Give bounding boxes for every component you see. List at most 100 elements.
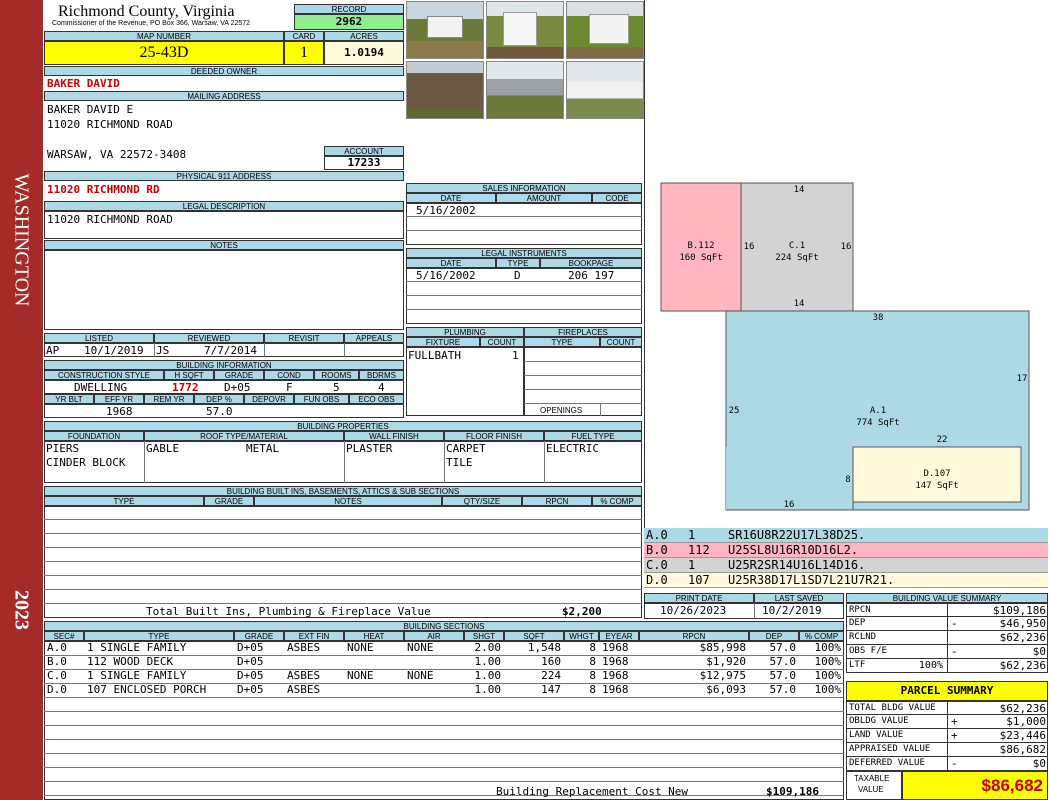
plumbing-fixture: FULLBATH <box>408 349 461 362</box>
summary-key: APPRAISED VALUE <box>849 744 931 754</box>
summary-row: APPRAISED VALUE $86,682 <box>846 743 1048 757</box>
builtins-col-comp: % COMP <box>592 496 642 506</box>
map-number: 25-43D <box>44 41 284 65</box>
section-cell: D+05 <box>237 641 264 654</box>
property-photo-1[interactable] <box>406 1 484 59</box>
notes-box <box>44 250 404 330</box>
legend-code: 112 <box>688 543 710 557</box>
property-photo-4[interactable] <box>406 61 484 119</box>
section-cell: 100% <box>814 655 842 668</box>
section-cell: 1,548 <box>527 641 561 654</box>
sketch-area-d: 147 SqFt <box>915 481 958 491</box>
summary-sign: + <box>951 729 958 742</box>
bi2-col-remyr: REM YR <box>144 394 194 404</box>
summary-sign: - <box>951 617 958 630</box>
reviewed-header: REVIEWED <box>154 333 264 343</box>
builtins-table <box>44 506 642 618</box>
section-cell: 1968 <box>602 655 629 668</box>
legend-row: C.0 1 U25R2SR14U16L14D16. <box>644 558 1048 573</box>
summary-value: $86,682 <box>999 743 1046 756</box>
building-sketch: B.112 160 SqFt C.1 224 SqFt A.1 774 SqFt… <box>660 182 1030 511</box>
prop-roof-type: GABLE <box>146 442 180 455</box>
listed-date: 10/1/2019 <box>84 344 144 357</box>
summary-row: OBS F/E - $0 <box>846 645 1048 659</box>
sections-col-4: HEAT <box>344 631 404 641</box>
builtins-header: BUILDING BUILT INS, BASEMENTS, ATTICS & … <box>44 486 642 496</box>
section-cell: 224 <box>541 669 561 682</box>
legend-sec: B.0 <box>646 543 668 557</box>
summary-value: $62,236 <box>999 659 1046 672</box>
summary-value: $109,186 <box>993 604 1046 617</box>
last-saved-header: LAST SAVED <box>754 593 844 603</box>
district-label: WASHINGTON <box>10 173 33 307</box>
dim-c-top: 14 <box>794 185 805 195</box>
legend-path: U25R2SR14U16L14D16. <box>728 558 866 572</box>
summary-value: $0 <box>1032 757 1046 770</box>
section-cell: NONE <box>347 669 374 682</box>
plumbing-count: 1 <box>512 349 519 362</box>
instrument-type: D <box>514 269 521 282</box>
bi-style: DWELLING <box>74 381 127 394</box>
parcel-summary-table: TOTAL BLDG VALUE $62,236 OBLDG VALUE + $1,00… <box>846 701 1048 771</box>
builtins-col-notes: NOTES <box>254 496 442 506</box>
property-photo-6[interactable] <box>566 61 644 119</box>
dim-d-top: 22 <box>937 435 948 445</box>
section-cell: 1 SINGLE FAMILY <box>87 641 187 654</box>
section-cell: 8 <box>589 655 596 668</box>
builtins-col-grade: GRADE <box>204 496 254 506</box>
legend-row: B.0 112 U25SL8U16R10D16L2. <box>644 543 1048 558</box>
builtins-total-label: Total Built Ins, Plumbing & Fireplace Va… <box>146 605 431 618</box>
taxable-label-1: TAXABLE <box>854 774 890 783</box>
sections-col-headers: SEC# TYPE GRADE EXT FIN HEAT AIR SHGT SQFT WHGT E… <box>44 631 844 641</box>
section-cell: 57.0 <box>769 683 797 696</box>
prop-floor-1: CARPET <box>446 442 486 455</box>
section-cell: 1968 <box>602 641 629 654</box>
prop-col-roof: ROOF TYPE/MATERIAL <box>144 431 344 441</box>
section-cell: 57.0 <box>769 669 797 682</box>
dim-c-left: 16 <box>744 242 755 252</box>
section-cell: 8 <box>589 641 596 654</box>
dim-c-bottom: 14 <box>794 299 805 309</box>
summary-key: RCLND <box>849 632 877 642</box>
prop-floor-2: TILE <box>446 456 473 469</box>
deeded-owner-header: DEEDED OWNER <box>44 66 404 76</box>
bi-dep: 57.0 <box>206 405 233 418</box>
section-cell: 160 <box>541 655 561 668</box>
property-photo-5[interactable] <box>486 61 564 119</box>
section-cell: 1.00 <box>474 669 502 682</box>
card-header: CARD <box>284 31 324 41</box>
office-address: Commissioner of the Revenue, PO Box 366,… <box>52 20 251 27</box>
builtins-col-qty: QTY/SIZE <box>442 496 522 506</box>
card-value: 1 <box>284 41 324 65</box>
section-cell: 107 ENCLOSED PORCH <box>87 683 207 696</box>
section-cell: D+05 <box>237 669 264 682</box>
summary-value: $62,236 <box>999 631 1046 644</box>
sidebar <box>0 0 43 800</box>
section-cell: A.0 <box>47 641 67 654</box>
section-cell: ASBES <box>287 641 321 654</box>
record-value: 2962 <box>294 14 404 30</box>
bi-col-hsqft: H SQFT <box>164 370 214 380</box>
section-cell: NONE <box>407 669 434 682</box>
property-photo-2[interactable] <box>486 1 564 59</box>
section-cell: 57.0 <box>769 655 797 668</box>
property-photo-3[interactable] <box>566 1 644 59</box>
section-cell: 1968 <box>602 683 629 696</box>
instrument-date: 5/16/2002 <box>416 269 476 282</box>
plumbing-col-count: COUNT <box>480 337 524 347</box>
sections-col-1: TYPE <box>84 631 234 641</box>
prop-fuel: ELECTRIC <box>546 442 599 455</box>
prop-col-fuel: FUEL TYPE <box>544 431 642 441</box>
account-value: 17233 <box>324 156 404 170</box>
summary-key: OBLDG VALUE <box>849 716 909 726</box>
summary-sign: - <box>951 645 958 658</box>
section-cell: D+05 <box>237 683 264 696</box>
value-summary-table: RPCN $109,186 DEP - $46,950 RCLND $62,236 OBS F… <box>846 603 1048 673</box>
mailing-address-header: MAILING ADDRESS <box>44 91 404 101</box>
bi-col-grade: GRADE <box>214 370 264 380</box>
sketch-area-a: 774 SqFt <box>856 418 899 428</box>
sketch-label-d: D.107 <box>923 469 950 479</box>
physical-address: 11020 RICHMOND RD <box>47 183 160 196</box>
section-cell: 100% <box>814 641 842 654</box>
listed-by: AP <box>46 344 60 357</box>
